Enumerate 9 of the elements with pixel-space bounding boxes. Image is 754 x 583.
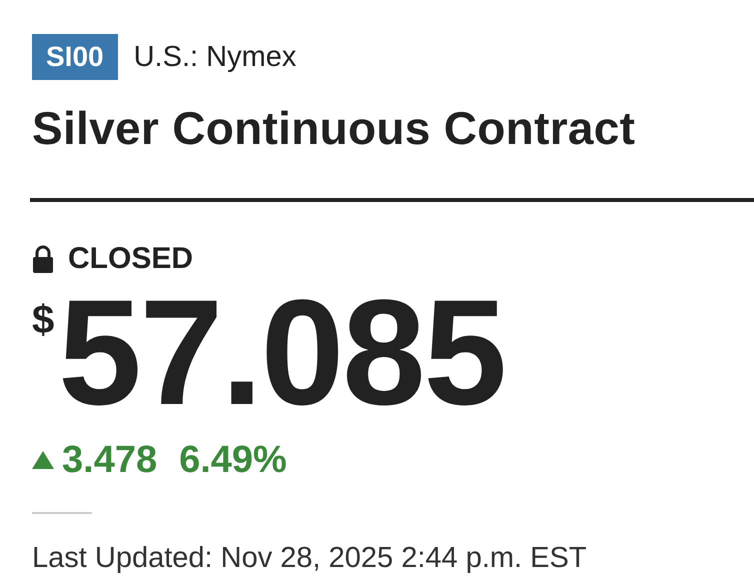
change-amount: 3.478 [62, 438, 158, 482]
instrument-title: Silver Continuous Contract [32, 101, 636, 156]
market-status: CLOSED [68, 242, 194, 276]
currency-symbol: $ [32, 300, 54, 340]
symbol-badge: SI00 [32, 34, 118, 80]
change-percent: 6.49% [179, 438, 287, 482]
last-updated: Last Updated: Nov 28, 2025 2:44 p.m. EST [32, 541, 588, 576]
exchange-label: U.S.: Nymex [134, 40, 296, 74]
price-value: 57.085 [58, 282, 506, 422]
